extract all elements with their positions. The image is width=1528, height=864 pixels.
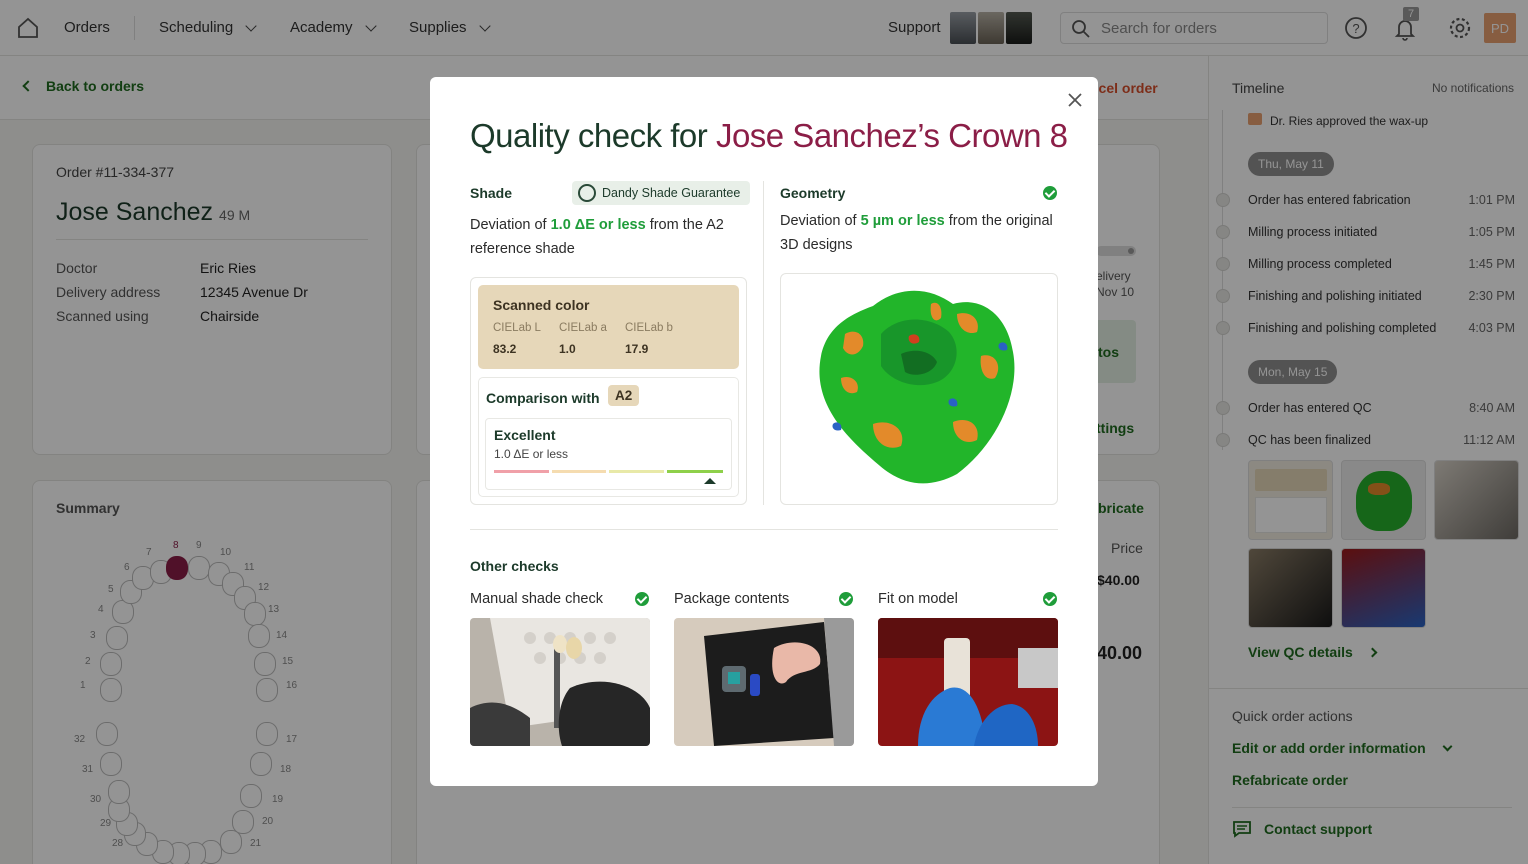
shade-check-image xyxy=(470,618,650,746)
rating-marker-icon xyxy=(704,478,716,484)
fit-on-model-photo[interactable] xyxy=(878,618,1058,746)
comparison-label: Comparison with xyxy=(486,390,600,406)
manual-shade-check-label: Manual shade check xyxy=(470,591,603,607)
modal-title-prefix: Quality check for xyxy=(470,117,708,154)
shade-description: Deviation of 1.0 ΔE or less from the A2 … xyxy=(470,213,750,261)
close-icon[interactable] xyxy=(1066,91,1084,109)
crown-3d-image xyxy=(819,290,1015,484)
rating-detail: 1.0 ΔE or less xyxy=(494,447,569,461)
rating-title: Excellent xyxy=(494,427,556,443)
badge-check-icon xyxy=(578,184,596,202)
shade-guarantee-badge: Dandy Shade Guarantee xyxy=(572,181,751,205)
cielab-b-value: 17.9 xyxy=(625,342,649,356)
package-contents-photo[interactable] xyxy=(674,618,854,746)
rating-card: Excellent 1.0 ΔE or less xyxy=(485,418,732,490)
rating-scale-excellent xyxy=(667,470,723,473)
shade-heading: Shade xyxy=(470,185,513,201)
cielab-b-label: CIELab b xyxy=(625,322,673,334)
modal-title: Quality check for Jose Sanchez’s Crown 8 xyxy=(470,117,1068,155)
scanned-color-card: Scanned color CIELab L 83.2 CIELab a 1.0… xyxy=(478,285,739,369)
package-contents-image xyxy=(674,618,854,746)
comparison-card: Comparison with A2 Excellent 1.0 ΔE or l… xyxy=(478,377,739,497)
check-icon xyxy=(839,592,853,606)
check-icon xyxy=(1043,186,1057,200)
shade-deviation-value: 1.0 ΔE or less xyxy=(550,217,646,233)
desc-text: Deviation of xyxy=(780,213,857,229)
other-checks-heading: Other checks xyxy=(470,558,559,574)
package-contents-label: Package contents xyxy=(674,591,790,607)
fit-on-model-label: Fit on model xyxy=(878,591,958,607)
comparison-shade-chip: A2 xyxy=(608,385,640,406)
scanned-color-title: Scanned color xyxy=(493,297,590,313)
geometry-deviation-value: 5 µm or less xyxy=(860,213,945,229)
desc-text: Deviation of xyxy=(470,217,547,233)
geometry-description: Deviation of 5 µm or less from the origi… xyxy=(780,209,1060,257)
rating-scale-poor xyxy=(494,470,549,473)
cielab-l-label: CIELab L xyxy=(493,322,541,334)
app-page: Orders Scheduling Academy Supplies Suppo… xyxy=(0,0,1528,864)
cielab-a-label: CIELab a xyxy=(559,322,607,334)
quality-check-modal: Quality check for Jose Sanchez’s Crown 8… xyxy=(430,77,1098,786)
guarantee-label: Dandy Shade Guarantee xyxy=(602,186,741,200)
check-icon xyxy=(1043,592,1057,606)
rating-scale-fair xyxy=(552,470,606,473)
rating-scale-good xyxy=(609,470,664,473)
geometry-3d-view[interactable] xyxy=(780,273,1058,505)
column-divider xyxy=(763,181,764,505)
geometry-heading: Geometry xyxy=(780,185,846,201)
modal-title-name: Jose Sanchez’s Crown 8 xyxy=(715,117,1068,154)
check-icon xyxy=(635,592,649,606)
cielab-l-value: 83.2 xyxy=(493,342,517,356)
fit-on-model-image xyxy=(878,618,1058,746)
manual-shade-check-photo[interactable] xyxy=(470,618,650,746)
cielab-a-value: 1.0 xyxy=(559,342,576,356)
section-divider xyxy=(470,529,1058,530)
